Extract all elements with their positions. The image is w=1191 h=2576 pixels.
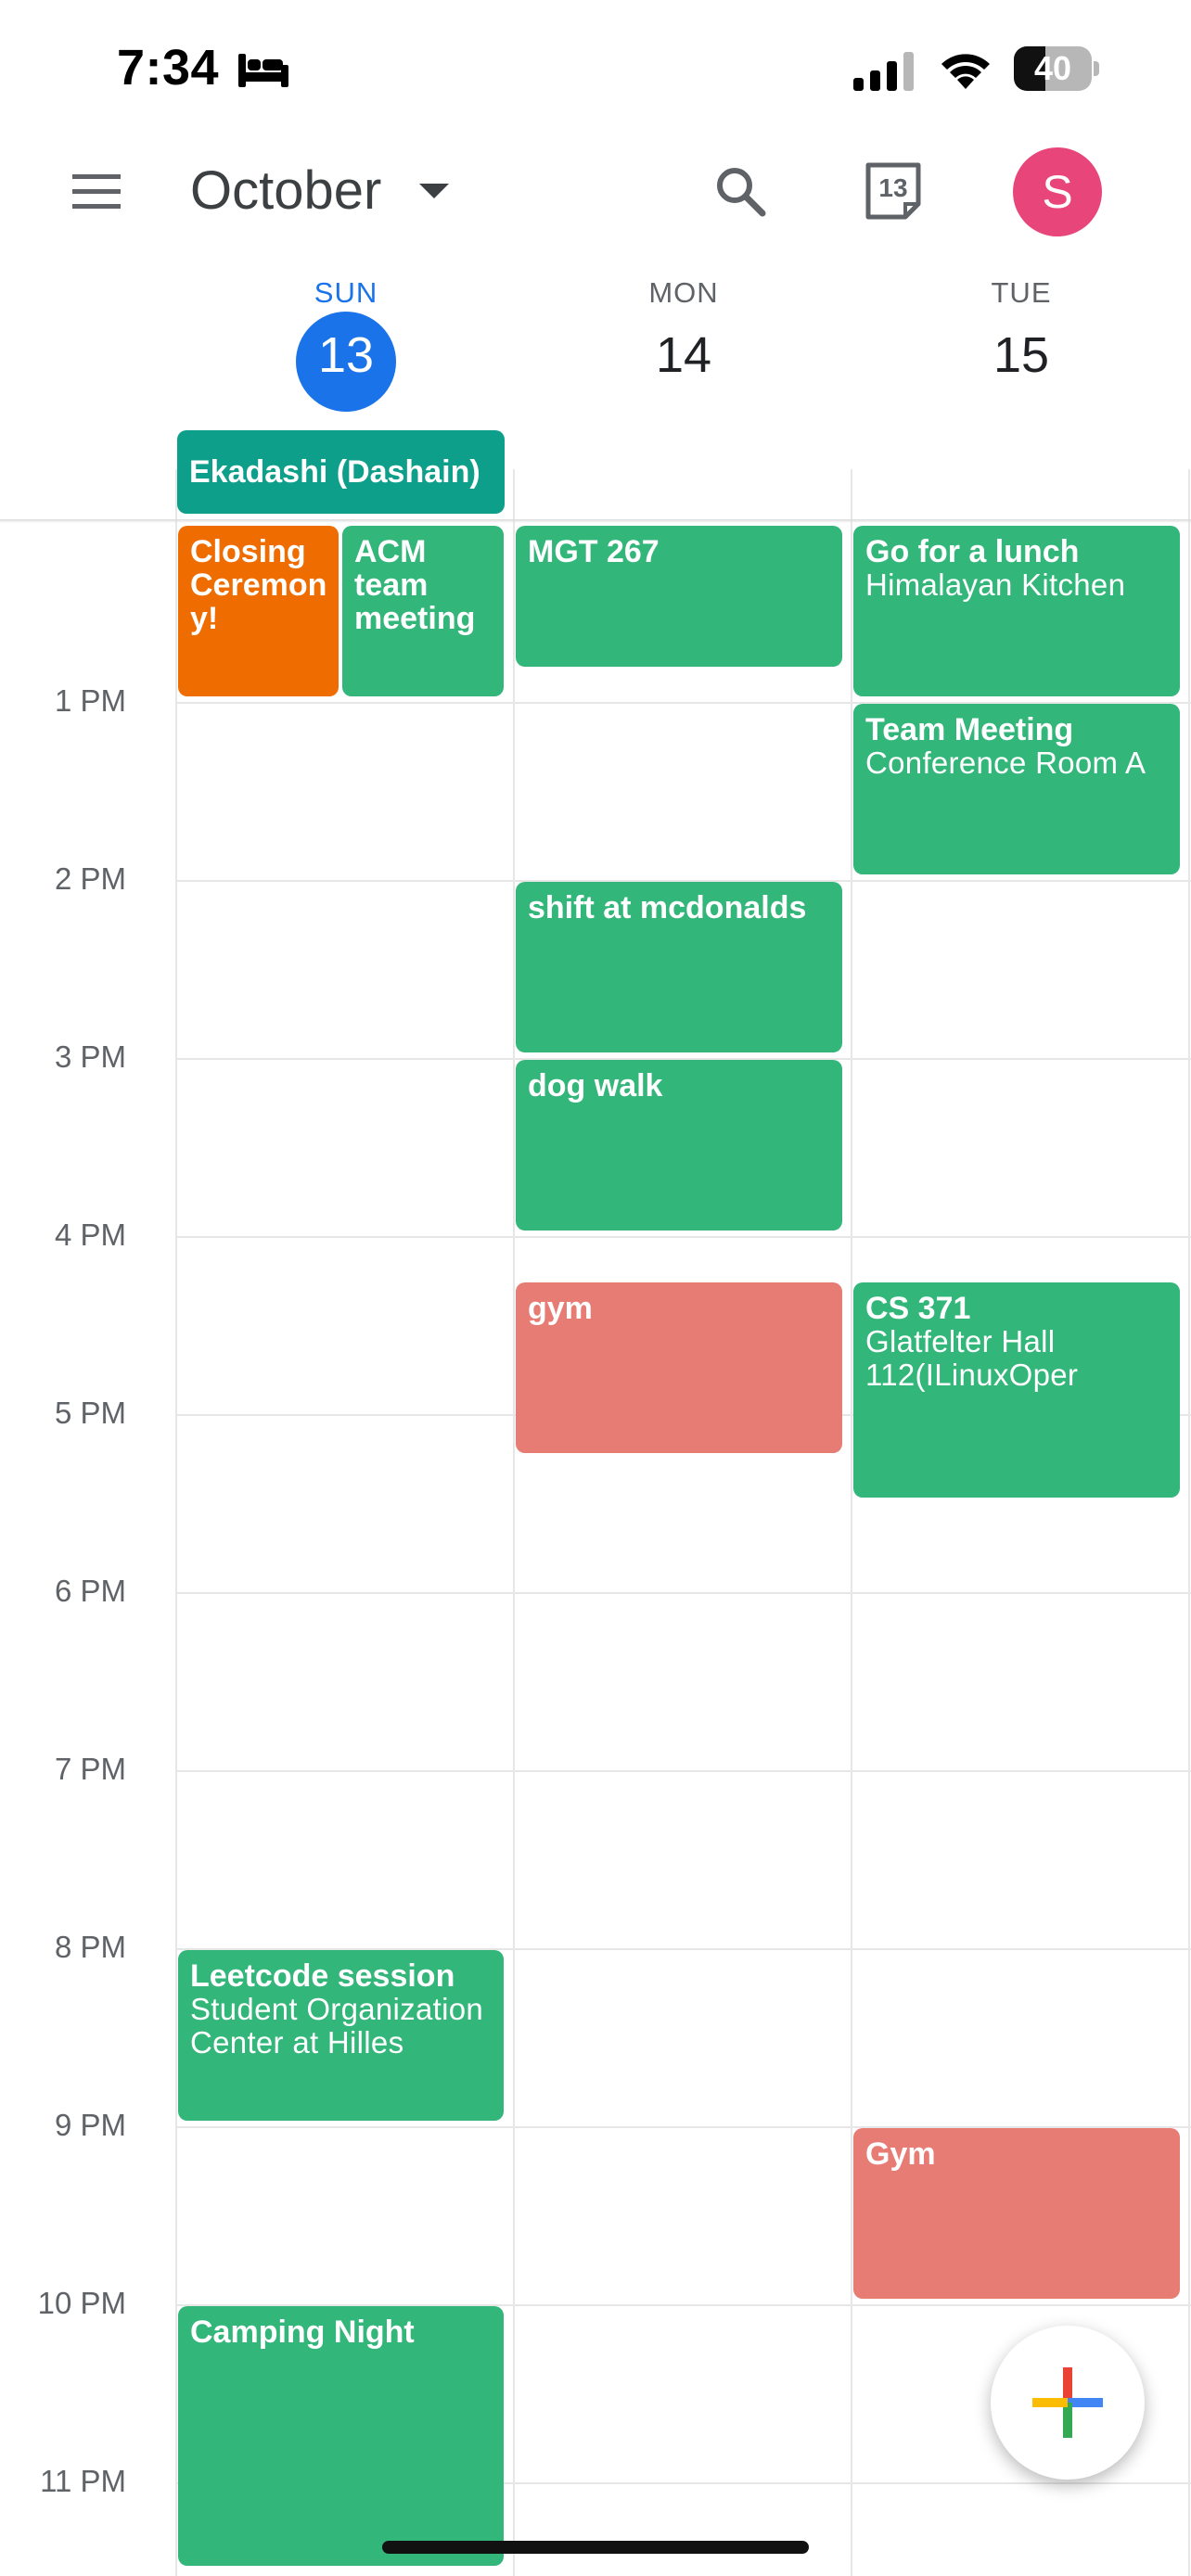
menu-icon[interactable]	[70, 165, 122, 217]
event-shift-at-mcdonalds[interactable]: shift at mcdonalds	[516, 882, 842, 1052]
column-divider	[1188, 469, 1190, 2576]
event-title: MGT 267	[528, 534, 660, 569]
event-title: Gym	[865, 2136, 936, 2172]
wifi-icon	[941, 54, 990, 89]
hour-label: 7 PM	[54, 1752, 126, 1786]
event-mgt-267[interactable]: MGT 267	[516, 526, 842, 667]
cellular-signal-icon	[853, 52, 914, 91]
today-button[interactable]: 13	[861, 158, 926, 223]
day-number-tue[interactable]: 15	[852, 326, 1190, 384]
event-acm-team-meeting[interactable]: ACM team meeting	[342, 526, 504, 696]
caret-down-icon[interactable]	[419, 182, 449, 200]
plus-icon	[1032, 2367, 1103, 2438]
all-day-event[interactable]: Ekadashi (Dashain)	[177, 430, 505, 514]
event-title: Go for a lunch	[865, 534, 1080, 569]
hour-label: 2 PM	[54, 861, 126, 896]
column-divider	[513, 469, 515, 2576]
hour-line	[176, 1236, 1191, 1238]
column-divider	[851, 469, 852, 2576]
hour-label: 4 PM	[54, 1218, 126, 1252]
day-header-sun[interactable]: SUN	[177, 276, 515, 310]
account-avatar[interactable]: S	[1013, 147, 1102, 236]
hour-label: 3 PM	[54, 1039, 126, 1074]
hour-label: 10 PM	[37, 2286, 126, 2320]
day-number-mon[interactable]: 14	[515, 326, 852, 384]
create-event-button[interactable]	[991, 2326, 1145, 2480]
event-location: Himalayan Kitchen	[865, 567, 1126, 602]
hour-line	[176, 1592, 1191, 1594]
hour-line	[176, 1770, 1191, 1772]
event-camping-night[interactable]: Camping Night	[178, 2306, 504, 2566]
day-header-tue[interactable]: TUE	[852, 276, 1190, 310]
battery-level: 40	[1033, 49, 1072, 87]
event-title: ACM team meeting	[354, 534, 476, 636]
event-title: Team Meeting	[865, 712, 1074, 747]
home-indicator	[382, 2541, 809, 2554]
event-title: Leetcode session	[190, 1958, 455, 1994]
day-header-mon[interactable]: MON	[515, 276, 852, 310]
month-selector[interactable]: October	[190, 159, 381, 222]
search-icon[interactable]	[712, 163, 768, 219]
hour-label: 11 PM	[40, 2464, 126, 2498]
event-dog-walk[interactable]: dog walk	[516, 1060, 842, 1231]
event-location: Glatfelter Hall 112(ILinuxOper	[865, 1324, 1079, 1392]
hour-label: 5 PM	[54, 1396, 126, 1430]
status-time: 7:34	[117, 40, 220, 96]
event-title: shift at mcdonalds	[528, 890, 807, 925]
battery-indicator: 40	[1014, 46, 1099, 91]
hour-label: 8 PM	[54, 1930, 126, 1964]
event-title: gym	[528, 1291, 593, 1326]
header-shadow	[0, 519, 1191, 523]
event-title: dog walk	[528, 1068, 663, 1103]
hour-label: 9 PM	[54, 2108, 126, 2142]
event-location: Conference Room A	[865, 746, 1146, 780]
column-divider	[175, 469, 177, 2576]
hour-label: 1 PM	[54, 683, 126, 718]
event-team-meeting[interactable]: Team Meeting Conference Room A	[853, 704, 1180, 874]
event-title: Closing Ceremony!	[190, 534, 327, 636]
day-number-sun[interactable]: 13	[177, 326, 515, 384]
event-cs-371[interactable]: CS 371 Glatfelter Hall 112(ILinuxOper	[853, 1282, 1180, 1498]
event-location: Student Organization Center at Hilles	[190, 1992, 484, 2060]
hour-label: 6 PM	[54, 1574, 126, 1608]
event-title: CS 371	[865, 1291, 971, 1326]
sleep-focus-icon	[238, 54, 288, 87]
today-icon-day: 13	[878, 173, 908, 202]
event-gym-monday[interactable]: gym	[516, 1282, 842, 1453]
event-leetcode-session[interactable]: Leetcode session Student Organization Ce…	[178, 1950, 504, 2121]
event-closing-ceremony[interactable]: Closing Ceremony!	[178, 526, 339, 696]
event-go-for-a-lunch[interactable]: Go for a lunch Himalayan Kitchen	[853, 526, 1180, 696]
event-gym-tuesday[interactable]: Gym	[853, 2128, 1180, 2299]
event-title: Camping Night	[190, 2315, 415, 2350]
